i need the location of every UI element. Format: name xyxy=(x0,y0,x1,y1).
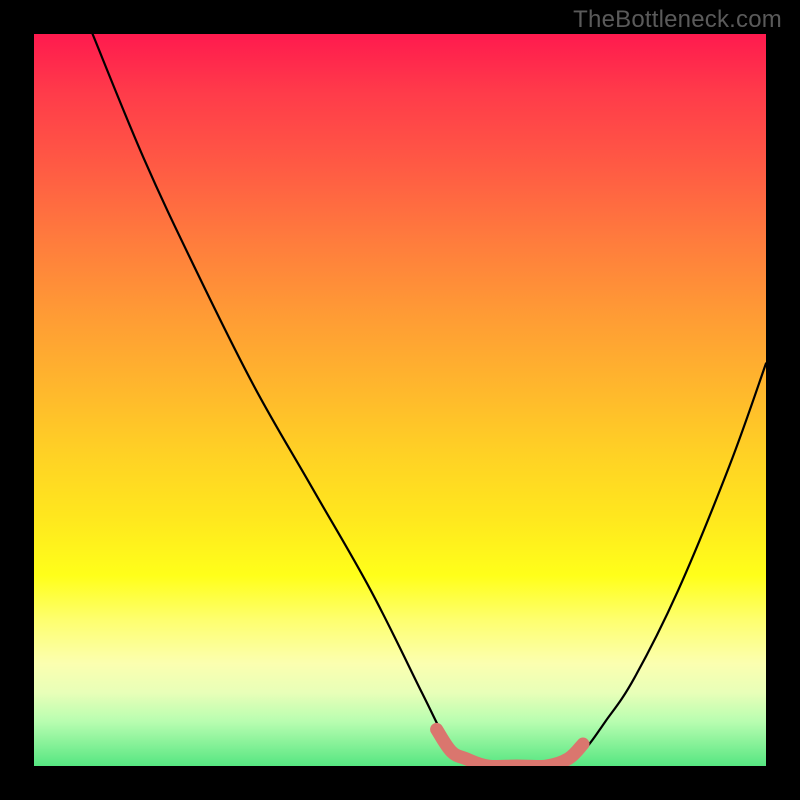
watermark-text: TheBottleneck.com xyxy=(573,6,782,34)
plot-area xyxy=(34,34,766,766)
chart-svg xyxy=(34,34,766,766)
chart-container: TheBottleneck.com xyxy=(0,0,800,800)
minimum-highlight-line xyxy=(437,729,583,766)
bottleneck-curve-line xyxy=(93,34,766,766)
